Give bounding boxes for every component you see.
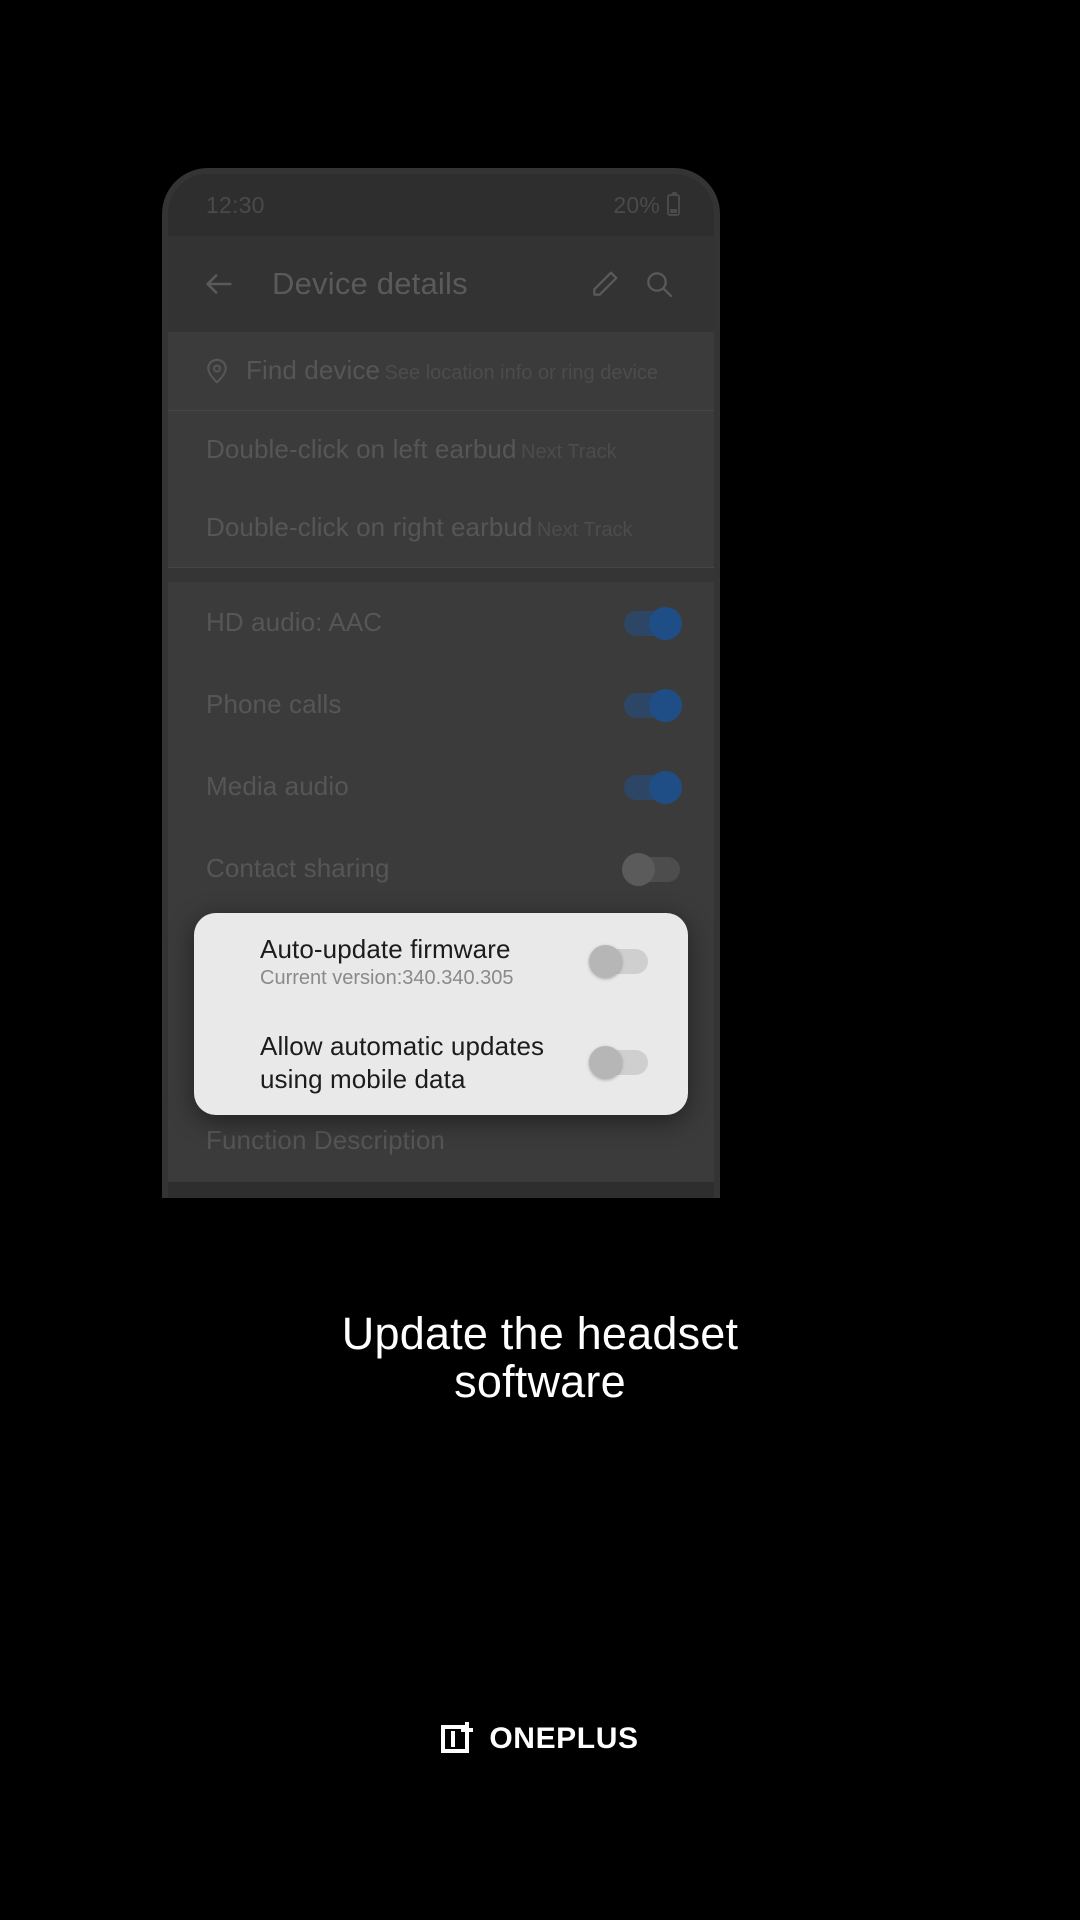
toggle-auto-update-firmware[interactable] (589, 945, 648, 978)
card-row-allow-automatic-updates-mobile-data[interactable]: Allow automatic updates using mobile dat… (194, 1010, 688, 1115)
battery-icon (667, 192, 680, 216)
list-item-subtitle: Next Track (521, 441, 617, 464)
list-item-text: HD audio: AAC (206, 595, 608, 651)
pencil-icon[interactable] (578, 257, 632, 311)
card-row-title: Auto-update firmware (260, 934, 511, 965)
list-item-double-click-right-earbud[interactable]: Double-click on right earbud Next Track (168, 489, 714, 567)
list-item-subtitle: See location info or ring device (384, 362, 659, 385)
list-item-hd-audio[interactable]: HD audio: AAC (168, 582, 714, 664)
list-item-title: Double-click on left earbud (206, 434, 517, 465)
caption-line-2: software (454, 1355, 626, 1407)
list-item-text: Contact sharing (206, 841, 608, 897)
status-bar-time: 12:30 (206, 191, 265, 218)
card-row-text: Auto-update firmware Current version:340… (260, 933, 592, 990)
toggle-media-audio[interactable] (624, 770, 682, 804)
list-item-title: HD audio: AAC (206, 607, 383, 638)
card-row-title: Allow automatic updates using mobile dat… (260, 1030, 545, 1094)
list-item-text: Phone calls (206, 677, 608, 733)
list-item-title: Media audio (206, 771, 349, 802)
list-item-find-device[interactable]: Find device See location info or ring de… (168, 332, 714, 410)
back-arrow-icon[interactable] (192, 257, 246, 311)
list-item-text: Find device See location info or ring de… (246, 343, 680, 399)
toggle-phone-calls[interactable] (624, 688, 682, 722)
status-bar-right-cluster: 20% (613, 192, 680, 219)
list-item-title: Find device (246, 355, 381, 386)
list-item-title: Contact sharing (206, 853, 390, 884)
toggle-allow-automatic-updates-mobile-data[interactable] (589, 1046, 648, 1079)
app-bar: Device details (168, 236, 714, 332)
list-item-title: Function Description (206, 1125, 445, 1156)
list-item-text: Double-click on right earbud Next Track (206, 500, 680, 556)
list-item-contact-sharing[interactable]: Contact sharing (168, 828, 714, 910)
brand-wordmark: ONEPLUS (489, 1722, 639, 1755)
page-title: Device details (272, 266, 468, 301)
status-bar: 12:30 20% (168, 174, 714, 236)
section-gap (168, 568, 714, 582)
card-row-auto-update-firmware[interactable]: Auto-update firmware Current version:340… (194, 913, 688, 1010)
list-item-title: Phone calls (206, 689, 342, 720)
toggle-contact-sharing[interactable] (622, 852, 680, 886)
list-item-text: Double-click on left earbud Next Track (206, 422, 680, 478)
list-item-double-click-left-earbud[interactable]: Double-click on left earbud Next Track (168, 411, 714, 489)
caption: Update the headset software (0, 1310, 1080, 1405)
list-item-text: Media audio (206, 759, 608, 815)
list-item-subtitle: Next Track (536, 519, 633, 542)
list-item-phone-calls[interactable]: Phone calls (168, 664, 714, 746)
highlighted-settings-card: Auto-update firmware Current version:340… (194, 913, 688, 1115)
toggle-hd-audio[interactable] (624, 606, 682, 640)
card-row-subtitle: Current version:340.340.305 (260, 966, 514, 989)
search-icon[interactable] (632, 257, 686, 311)
oneplus-logo-icon (441, 1722, 475, 1756)
card-row-text: Allow automatic updates using mobile dat… (260, 1030, 592, 1096)
list-item-text: Function Description (206, 1113, 680, 1169)
location-pin-icon (188, 356, 246, 386)
list-item-media-audio[interactable]: Media audio (168, 746, 714, 828)
caption-line-1: Update the headset (341, 1308, 739, 1359)
list-item-title: Double-click on right earbud (206, 512, 533, 543)
brand-lockup: ONEPLUS (0, 1722, 1080, 1756)
battery-percent-label: 20% (613, 191, 660, 218)
